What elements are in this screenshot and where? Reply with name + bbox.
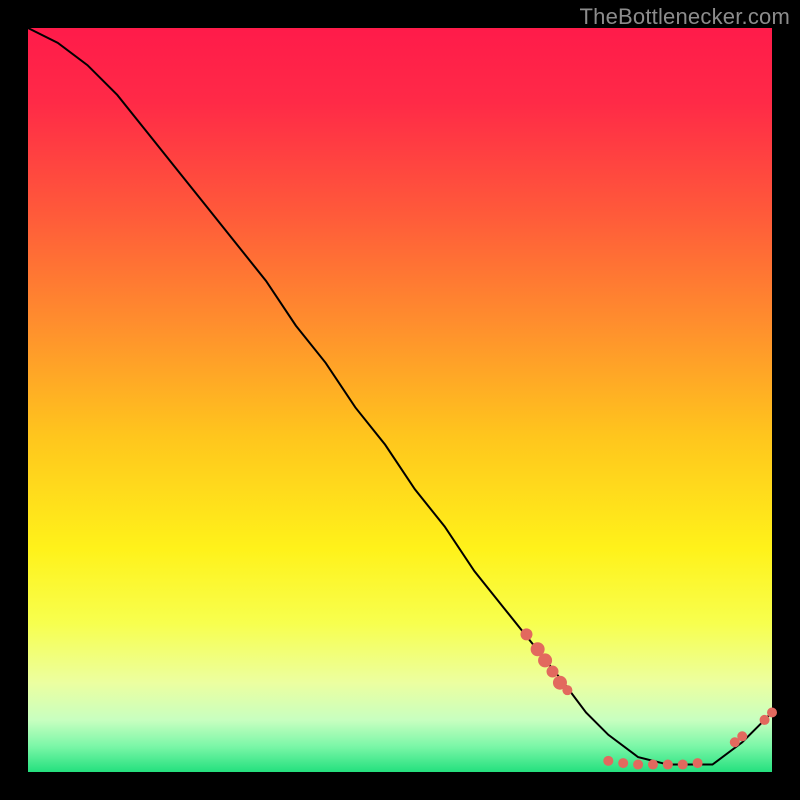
data-marker <box>633 760 643 770</box>
data-marker <box>618 758 628 768</box>
data-marker <box>767 707 777 717</box>
data-marker <box>547 666 559 678</box>
data-marker <box>663 760 673 770</box>
data-marker <box>648 760 658 770</box>
brand-label: TheBottlenecker.com <box>580 4 790 30</box>
chart-svg <box>0 0 800 800</box>
data-marker <box>760 715 770 725</box>
data-marker <box>678 760 688 770</box>
plot-background <box>28 28 772 772</box>
data-marker <box>693 758 703 768</box>
chart-container: TheBottlenecker.com <box>0 0 800 800</box>
data-marker <box>562 685 572 695</box>
data-marker <box>520 628 532 640</box>
data-marker <box>603 756 613 766</box>
data-marker <box>538 653 552 667</box>
data-marker <box>737 731 747 741</box>
